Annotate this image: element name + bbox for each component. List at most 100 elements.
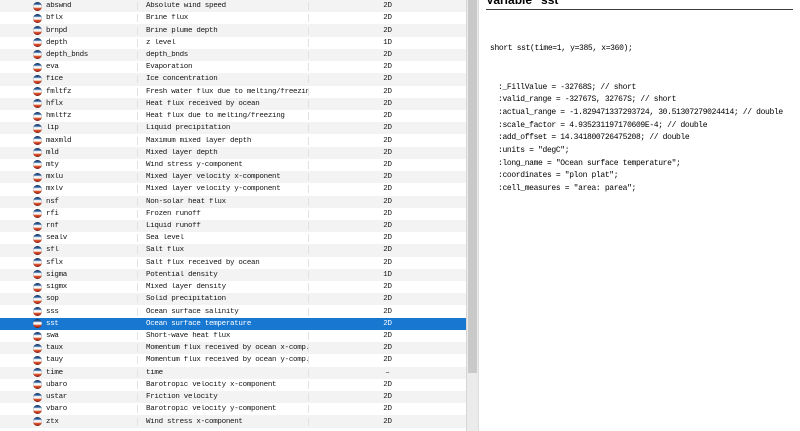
variable-name: taux (46, 344, 63, 352)
globe-sphere-icon (33, 356, 42, 365)
variable-dims: 2D (308, 295, 466, 303)
variable-long-name: Maximum mixed layer depth (137, 137, 308, 145)
table-row[interactable]: abswndAbsolute wind speed2D (0, 0, 466, 12)
table-row[interactable]: rnfLiquid runoff2D (0, 220, 466, 232)
globe-sphere-icon (33, 14, 42, 23)
variable-declaration: short sst(time=1, y=385, x=360); (490, 43, 800, 56)
globe-sphere-icon (33, 246, 42, 255)
table-row[interactable]: vbaroBarotropic velocity y-component2D (0, 403, 466, 415)
variable-name: sflx (46, 259, 63, 267)
table-row[interactable]: timetime– (0, 367, 466, 379)
table-row[interactable]: ztxWind stress x-component2D (0, 415, 466, 427)
attribute-line: :long_name = "Ocean surface temperature"… (498, 158, 800, 171)
variable-name: nsf (46, 198, 59, 206)
variable-long-name: Heat flux received by ocean (137, 100, 308, 108)
globe-sphere-icon (33, 50, 42, 59)
variable-long-name: Ocean surface salinity (137, 308, 308, 316)
table-row[interactable]: evaEvaporation2D (0, 61, 466, 73)
variable-name-cell: mxlv (0, 185, 137, 194)
variable-name: mld (46, 149, 59, 157)
table-row[interactable]: depth_bndsdepth_bnds2D (0, 49, 466, 61)
variable-long-name: Barotropic velocity y-component (137, 405, 308, 413)
table-row[interactable]: swaShort-wave heat flux2D (0, 330, 466, 342)
variable-name-cell: sss (0, 307, 137, 316)
table-row[interactable]: brnpdBrine plume depth2D (0, 24, 466, 36)
variable-dims: 2D (308, 234, 466, 242)
table-row[interactable]: sstOcean surface temperature2D (0, 318, 466, 330)
variable-long-name: Momentum flux received by ocean x-comp..… (137, 344, 308, 352)
variable-dims: 2D (308, 308, 466, 316)
table-row[interactable]: bflxBrine flux2D (0, 12, 466, 24)
variable-dims: 2D (308, 161, 466, 169)
variable-name-cell: mxlu (0, 173, 137, 182)
variable-name: mxlu (46, 173, 63, 181)
variable-name-cell: fmltfz (0, 87, 137, 96)
globe-sphere-icon (33, 258, 42, 267)
variable-name-cell: mld (0, 148, 137, 157)
globe-sphere-icon (33, 209, 42, 218)
table-row[interactable]: mxlvMixed layer velocity y-component2D (0, 183, 466, 195)
table-row[interactable]: mxluMixed layer velocity x-component2D (0, 171, 466, 183)
globe-sphere-icon (33, 283, 42, 292)
globe-sphere-icon (33, 160, 42, 169)
globe-sphere-icon (33, 319, 42, 328)
globe-sphere-icon (33, 38, 42, 47)
variable-long-name: Wind stress y-component (137, 161, 308, 169)
variable-long-name: Ice concentration (137, 75, 308, 83)
table-row[interactable]: ustarFriction velocity2D (0, 391, 466, 403)
globe-sphere-icon (33, 26, 42, 35)
variable-name-cell: vbaro (0, 405, 137, 414)
table-row[interactable]: depthz level1D (0, 37, 466, 49)
table-row[interactable]: nsf Non-solar heat flux2D (0, 196, 466, 208)
variable-name: sst (46, 320, 59, 328)
variable-name-cell: sst (0, 319, 137, 328)
table-row[interactable]: sealvSea level2D (0, 232, 466, 244)
table-row[interactable]: sflSalt flux2D (0, 244, 466, 256)
table-row[interactable]: hmltfzHeat flux due to melting/freezing2… (0, 110, 466, 122)
table-row[interactable]: tauyMomentum flux received by ocean y-co… (0, 354, 466, 366)
table-row[interactable]: mldMixed layer depth2D (0, 147, 466, 159)
table-row[interactable]: taux Momentum flux received by ocean x-co… (0, 342, 466, 354)
table-row[interactable]: sssOcean surface salinity2D (0, 305, 466, 317)
globe-sphere-icon (33, 63, 42, 72)
variable-long-name: Evaporation (137, 63, 308, 71)
variable-name: mxlv (46, 185, 63, 193)
table-row[interactable]: sigmxMixed layer density2D (0, 281, 466, 293)
globe-sphere-icon (33, 417, 42, 426)
variable-dims: 2D (308, 198, 466, 206)
variable-name-cell: fice (0, 75, 137, 84)
variable-name-cell: mty (0, 160, 137, 169)
globe-sphere-icon (33, 380, 42, 389)
globe-sphere-icon (33, 332, 42, 341)
globe-sphere-icon (33, 124, 42, 133)
globe-sphere-icon (33, 234, 42, 243)
variable-long-name: Barotropic velocity x-component (137, 381, 308, 389)
variable-dims: 2D (308, 149, 466, 157)
table-row[interactable]: ficeIce concentration2D (0, 73, 466, 85)
table-scrollbar[interactable] (466, 0, 479, 431)
table-row[interactable]: ubaroBarotropic velocity x-component2D (0, 379, 466, 391)
scrollbar-thumb[interactable] (468, 0, 477, 373)
variable-name: sop (46, 295, 59, 303)
variable-name: sfl (46, 246, 59, 254)
variable-dims: 2D (308, 75, 466, 83)
attribute-line: :_FillValue = -32768S; // short (498, 82, 800, 95)
table-row[interactable]: sopSolid precipitation2D (0, 293, 466, 305)
variable-long-name: time (137, 369, 308, 377)
table-row[interactable]: lipLiquid precipitation2D (0, 122, 466, 134)
variable-dims: 2D (308, 14, 466, 22)
table-row[interactable]: fmltfzFresh water flux due to melting/fr… (0, 86, 466, 98)
variable-name-cell: sfl (0, 246, 137, 255)
variable-name: eva (46, 63, 59, 71)
variable-long-name: Non-solar heat flux (137, 198, 308, 206)
variable-name-cell: sflx (0, 258, 137, 267)
variable-long-name: Brine flux (137, 14, 308, 22)
variable-name: depth_bnds (46, 51, 88, 59)
variable-name: sigma (46, 271, 67, 279)
table-row[interactable]: mtyWind stress y-component2D (0, 159, 466, 171)
table-row[interactable]: rfiFrozen runoff2D (0, 208, 466, 220)
table-row[interactable]: maxmldMaximum mixed layer depth2D (0, 134, 466, 146)
table-row[interactable]: sflxSalt flux received by ocean2D (0, 257, 466, 269)
table-row[interactable]: sigmaPotential density1D (0, 269, 466, 281)
table-row[interactable]: hflxHeat flux received by ocean2D (0, 98, 466, 110)
